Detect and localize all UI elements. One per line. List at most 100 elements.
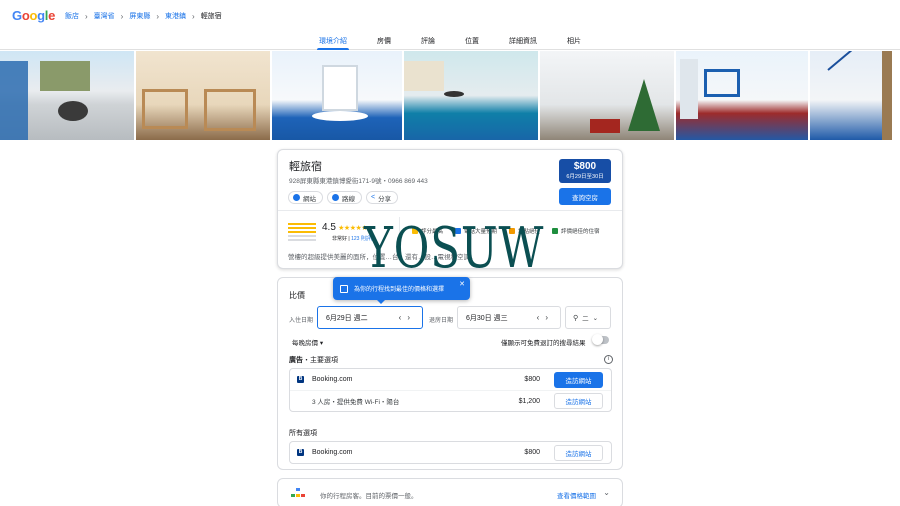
photo-strip (0, 51, 900, 140)
tab-overview[interactable]: 環境介紹 (317, 32, 349, 50)
offer-price: $800 (524, 449, 540, 456)
price-comparison-panel: 比價 為你的行程找到最佳的價格和選擇 ✕ 入住日期 6月29日 週二 ‹› 退房… (277, 277, 623, 470)
visit-site-button[interactable]: 造訪網站 (554, 371, 603, 388)
highlight-label: 評價絕佳的住宿 (561, 229, 600, 235)
offer-room: 3 人房・提供免費 Wi-Fi・陽台 (312, 399, 400, 406)
tab-prices[interactable]: 房價 (377, 32, 391, 50)
rating-score: 4.5 (322, 222, 336, 233)
tab-photos[interactable]: 相片 (567, 32, 581, 50)
booking-logo-icon: B (297, 449, 304, 456)
offer-price: $800 (524, 376, 540, 383)
price-range-icon (291, 488, 307, 498)
person-icon: ⚲ (573, 314, 579, 322)
breadcrumb-hotels[interactable]: 飯店 (65, 11, 79, 21)
breadcrumb-province[interactable]: 臺灣省 (94, 11, 115, 21)
breadcrumb-town[interactable]: 東港鎮 (165, 11, 186, 21)
price-badge[interactable]: $800 6月29日至30日 (559, 159, 611, 183)
chevron-down-icon: ⌄ (592, 314, 599, 322)
breadcrumb-current: 輕旅宿 (200, 13, 222, 20)
action-chips: 網站 路線 < 分享 (288, 191, 399, 204)
price-dates: 6月29日至30日 (566, 174, 604, 180)
section-tabs: 環境介紹 房價 評論 位置 詳細資訊 相片 (0, 32, 900, 50)
checkout-date-field[interactable]: 6月30日 週三 ‹› (457, 306, 561, 329)
visit-site-button[interactable]: 造訪網站 (554, 444, 603, 461)
directions-chip[interactable]: 路線 (327, 191, 362, 204)
booking-logo-icon: B (297, 376, 304, 383)
rating-text: 非常好 (332, 236, 348, 242)
hotel-name: 輕旅宿 (289, 161, 322, 173)
website-chip-label: 網站 (303, 195, 316, 203)
nightly-label: 每晚房價 (292, 340, 318, 347)
nightly-price-dropdown[interactable]: 每晚房價 ▾ (292, 337, 323, 347)
checkin-label: 入住日期 (289, 318, 314, 324)
highlight-item: 評價絕佳的住宿 (552, 227, 600, 235)
share-chip-label: 分享 (378, 195, 392, 203)
all-options-title: 所有選項 (289, 430, 317, 437)
offer-row[interactable]: 3 人房・提供免費 Wi-Fi・陽台 $1,200 造訪網站 (290, 390, 611, 411)
star-icons: ★★★★★ (338, 225, 368, 232)
tab-details[interactable]: 詳細資訊 (509, 32, 537, 50)
all-offer-list: B Booking.com $800 造訪網站 (289, 441, 612, 464)
breadcrumb: 飯店 › 臺灣省 › 屏東縣 › 東港鎮 › 輕旅宿 (65, 11, 222, 21)
ads-section-title: 廣告・主要選項 (289, 355, 338, 365)
offer-site: Booking.com (312, 449, 353, 456)
free-cancel-toggle[interactable] (592, 334, 609, 345)
offer-row[interactable]: B Booking.com $800 造訪網站 (290, 442, 611, 463)
rating-summary[interactable]: 4.5 ★★★★★ 非常好 | 123 則評論 (288, 222, 376, 242)
chevron-right-icon: › (120, 11, 124, 21)
chevron-right-icon: › (192, 11, 195, 21)
photo-dorm[interactable] (136, 51, 270, 140)
compare-title: 比價 (289, 291, 305, 300)
checkout-label: 退房日期 (429, 318, 454, 324)
photo-christmas-tree[interactable] (540, 51, 674, 140)
hotel-address: 928屏東縣東港鎮博愛街171-9號・0966 869 443 (289, 178, 428, 185)
globe-icon (293, 194, 300, 201)
chevron-down-icon[interactable]: ⌄ (603, 488, 610, 497)
close-icon[interactable]: ✕ (459, 280, 465, 288)
chevron-right-icon: › (85, 11, 88, 21)
date-arrows-icon[interactable]: ‹› (399, 313, 416, 322)
checkin-value: 6月29日 週二 (326, 314, 368, 322)
directions-chip-label: 路線 (342, 195, 355, 203)
ads-label: 廣告 (289, 357, 303, 364)
price-value: $800 (573, 161, 597, 172)
offer-price: $1,200 (518, 397, 540, 405)
calendar-icon (340, 284, 348, 293)
offer-row[interactable]: B Booking.com $800 造訪網站 (290, 369, 611, 390)
photo-rooftop[interactable] (0, 51, 134, 140)
directions-icon (332, 194, 339, 201)
visit-site-button[interactable]: 造訪網站 (554, 393, 603, 409)
tab-reviews[interactable]: 評論 (421, 32, 435, 50)
offer-site: Booking.com (312, 376, 353, 383)
price-insight-bar[interactable]: 你的行程房客。目前的票價一般。 查看價格範圍 ⌄ (277, 478, 623, 506)
top-bar: Google 飯店 › 臺灣省 › 屏東縣 › 東港鎮 › 輕旅宿 (0, 0, 900, 31)
thumbs-up-icon (552, 228, 559, 234)
share-chip[interactable]: < 分享 (366, 191, 399, 204)
price-insight-text: 你的行程房客。目前的票價一般。 (320, 493, 418, 500)
website-chip[interactable]: 網站 (288, 191, 323, 204)
checkin-date-field[interactable]: 6月29日 週二 ‹› (317, 306, 423, 329)
breadcrumb-county[interactable]: 屏東縣 (129, 11, 150, 21)
info-icon[interactable]: i (604, 355, 613, 364)
caret-down-icon: ▾ (319, 340, 324, 347)
tooltip-text: 為你的行程找到最佳的價格和選擇 (354, 287, 445, 293)
rating-histogram (288, 223, 316, 241)
ads-offer-list: B Booking.com $800 造訪網站 3 人房・提供免費 Wi-Fi・… (289, 368, 612, 412)
tab-location[interactable]: 位置 (465, 32, 479, 50)
view-price-range-link[interactable]: 查看價格範圍 (557, 490, 596, 500)
photo-lounge[interactable] (404, 51, 538, 140)
date-arrows-icon[interactable]: ‹› (537, 313, 554, 322)
chevron-right-icon: › (156, 11, 160, 21)
share-icon: < (371, 194, 376, 201)
watermark: YOSUW (364, 216, 545, 281)
checkout-value: 6月30日 週三 (466, 314, 508, 322)
photo-staircase[interactable] (810, 51, 892, 140)
photo-living-room[interactable] (676, 51, 808, 140)
guests-selector[interactable]: ⚲ 二 ⌄ (565, 306, 611, 329)
divider (278, 210, 622, 211)
photo-entrance[interactable] (272, 51, 402, 140)
ads-title-text: ・主要選項 (303, 357, 338, 364)
free-cancel-label: 僅顯示可免費退訂的搜尋結果 (501, 340, 586, 347)
check-availability-button[interactable]: 查詢空房 (559, 188, 611, 205)
google-logo[interactable]: Google (12, 8, 55, 23)
